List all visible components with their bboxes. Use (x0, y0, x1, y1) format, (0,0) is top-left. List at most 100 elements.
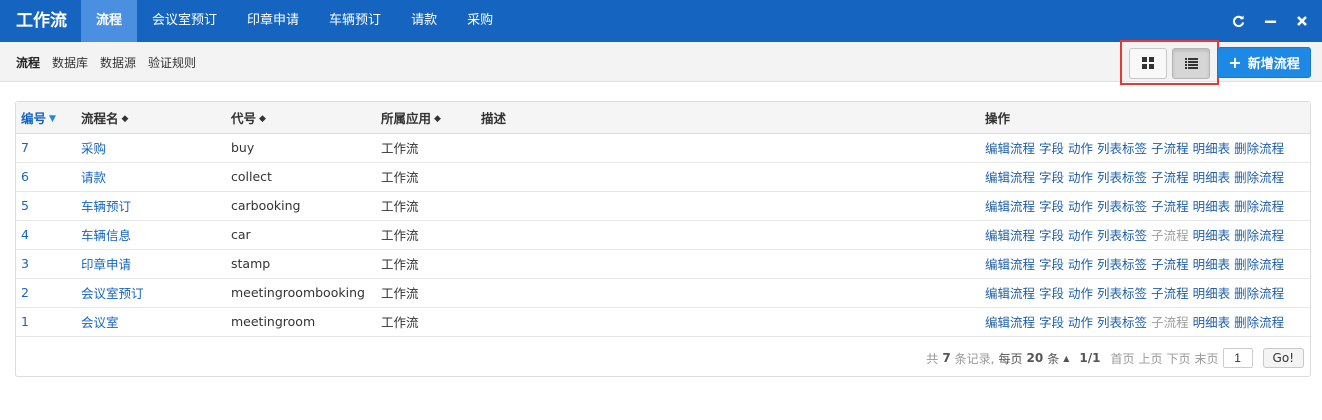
actions-link[interactable]: 动作 (1068, 315, 1093, 330)
detail-table-link[interactable]: 明细表 (1193, 199, 1231, 214)
fields-link[interactable]: 字段 (1039, 170, 1064, 185)
minimize-icon[interactable] (1262, 13, 1278, 29)
delete-flow-link[interactable]: 删除流程 (1234, 199, 1284, 214)
go-button[interactable]: Go! (1262, 348, 1304, 368)
edit-flow-link[interactable]: 编辑流程 (985, 286, 1035, 301)
refresh-icon[interactable] (1230, 13, 1246, 29)
col-header-id[interactable]: 编号 ▼ (16, 102, 81, 134)
col-header-code[interactable]: 代号 ◆ (231, 102, 381, 134)
fields-link[interactable]: 字段 (1039, 315, 1064, 330)
col-header-app[interactable]: 所属应用 ◆ (381, 102, 481, 134)
subflow-link[interactable]: 子流程 (1151, 141, 1189, 156)
fields-link[interactable]: 字段 (1039, 228, 1064, 243)
pager-per-page[interactable]: 20 (1027, 351, 1044, 365)
row-name[interactable]: 请款 (81, 162, 231, 192)
list-labels-link[interactable]: 列表标签 (1097, 199, 1147, 214)
subnav-item-validation-rules[interactable]: 验证规则 (148, 54, 196, 71)
list-labels-link[interactable]: 列表标签 (1097, 141, 1147, 156)
detail-table-link[interactable]: 明细表 (1193, 141, 1231, 156)
row-id[interactable]: 7 (16, 133, 81, 163)
actions-link[interactable]: 动作 (1068, 141, 1093, 156)
actions-link[interactable]: 动作 (1068, 286, 1093, 301)
subflow-link[interactable]: 子流程 (1151, 170, 1189, 185)
fields-link[interactable]: 字段 (1039, 257, 1064, 272)
edit-flow-link[interactable]: 编辑流程 (985, 170, 1035, 185)
list-view-button[interactable] (1172, 48, 1210, 79)
row-id[interactable]: 1 (16, 307, 81, 337)
row-id[interactable]: 6 (16, 162, 81, 192)
table-header-row: 编号 ▼ 流程名 ◆ 代号 ◆ 所属应用 ◆ 描述 操作 (16, 102, 1310, 134)
edit-flow-link[interactable]: 编辑流程 (985, 257, 1035, 272)
add-flow-button[interactable]: + 新增流程 (1217, 47, 1311, 78)
row-name[interactable]: 会议室预订 (81, 278, 231, 308)
detail-table-link[interactable]: 明细表 (1193, 170, 1231, 185)
delete-flow-link[interactable]: 删除流程 (1234, 315, 1284, 330)
subnav-item-datasource[interactable]: 数据源 (100, 54, 136, 71)
detail-table-link[interactable]: 明细表 (1193, 228, 1231, 243)
delete-flow-link[interactable]: 删除流程 (1234, 170, 1284, 185)
page-number-input[interactable] (1222, 348, 1253, 368)
fields-link[interactable]: 字段 (1039, 199, 1064, 214)
delete-flow-link[interactable]: 删除流程 (1234, 257, 1284, 272)
col-header-name[interactable]: 流程名 ◆ (81, 102, 231, 134)
list-labels-link[interactable]: 列表标签 (1097, 286, 1147, 301)
delete-flow-link[interactable]: 删除流程 (1234, 141, 1284, 156)
nav-tab-car-booking[interactable]: 车辆预订 (314, 0, 396, 42)
subflow-link[interactable]: 子流程 (1151, 199, 1189, 214)
list-labels-link[interactable]: 列表标签 (1097, 315, 1147, 330)
subflow-link[interactable]: 子流程 (1151, 315, 1189, 330)
table-row: 6 请款 collect 工作流 编辑流程 字段 动作 列表标签 子流程 明细表 删除流程 (16, 162, 1310, 192)
actions-link[interactable]: 动作 (1068, 199, 1093, 214)
fields-link[interactable]: 字段 (1039, 286, 1064, 301)
list-labels-link[interactable]: 列表标签 (1097, 228, 1147, 243)
detail-table-link[interactable]: 明细表 (1193, 286, 1231, 301)
col-header-name-label: 流程名 (81, 110, 119, 126)
subflow-link[interactable]: 子流程 (1151, 286, 1189, 301)
detail-table-link[interactable]: 明细表 (1193, 315, 1231, 330)
edit-flow-link[interactable]: 编辑流程 (985, 141, 1035, 156)
nav-tab-meeting-room-booking[interactable]: 会议室预订 (137, 0, 232, 42)
row-desc (481, 191, 985, 221)
row-id[interactable]: 2 (16, 278, 81, 308)
pager-last[interactable]: 末页 (1195, 350, 1219, 367)
row-name[interactable]: 车辆信息 (81, 220, 231, 250)
actions-link[interactable]: 动作 (1068, 228, 1093, 243)
list-labels-link[interactable]: 列表标签 (1097, 170, 1147, 185)
grid-view-button[interactable] (1129, 48, 1167, 79)
detail-table-link[interactable]: 明细表 (1193, 257, 1231, 272)
pager-first[interactable]: 首页 (1110, 350, 1134, 367)
window-controls (1230, 0, 1310, 42)
col-header-id-label: 编号 (21, 110, 47, 126)
edit-flow-link[interactable]: 编辑流程 (985, 199, 1035, 214)
row-name[interactable]: 车辆预订 (81, 191, 231, 221)
row-code: stamp (231, 249, 381, 279)
row-id[interactable]: 5 (16, 191, 81, 221)
fields-link[interactable]: 字段 (1039, 141, 1064, 156)
subnav-item-database[interactable]: 数据库 (52, 54, 88, 71)
subnav-item-flow[interactable]: 流程 (16, 54, 40, 71)
subflow-link[interactable]: 子流程 (1151, 257, 1189, 272)
subflow-link[interactable]: 子流程 (1151, 228, 1189, 243)
pager-prev[interactable]: 上页 (1139, 350, 1163, 367)
edit-flow-link[interactable]: 编辑流程 (985, 228, 1035, 243)
close-icon[interactable] (1294, 13, 1310, 29)
add-flow-label: 新增流程 (1247, 57, 1300, 72)
caret-up-icon[interactable]: ▲ (1063, 354, 1069, 363)
list-labels-link[interactable]: 列表标签 (1097, 257, 1147, 272)
nav-tab-stamp-application[interactable]: 印章申请 (232, 0, 314, 42)
nav-tab-purchase[interactable]: 采购 (452, 0, 508, 42)
nav-tab-payment-request[interactable]: 请款 (396, 0, 452, 42)
actions-link[interactable]: 动作 (1068, 257, 1093, 272)
row-name[interactable]: 采购 (81, 133, 231, 163)
pager-next[interactable]: 下页 (1167, 350, 1191, 367)
row-code: buy (231, 133, 381, 163)
row-name[interactable]: 印章申请 (81, 249, 231, 279)
delete-flow-link[interactable]: 删除流程 (1234, 228, 1284, 243)
actions-link[interactable]: 动作 (1068, 170, 1093, 185)
delete-flow-link[interactable]: 删除流程 (1234, 286, 1284, 301)
row-name[interactable]: 会议室 (81, 307, 231, 337)
edit-flow-link[interactable]: 编辑流程 (985, 315, 1035, 330)
nav-tab-flow[interactable]: 流程 (81, 0, 138, 42)
row-id[interactable]: 3 (16, 249, 81, 279)
row-id[interactable]: 4 (16, 220, 81, 250)
